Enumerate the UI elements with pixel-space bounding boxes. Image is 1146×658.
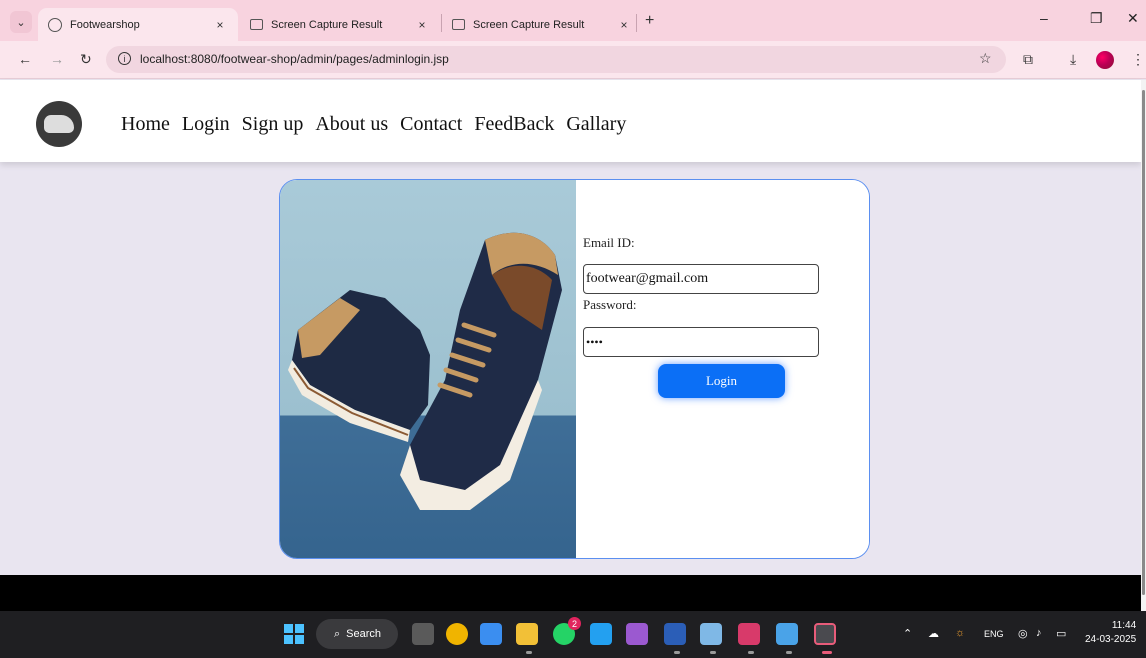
back-arrow-icon[interactable]: ← xyxy=(18,51,32,67)
paint-app-icon[interactable] xyxy=(814,623,836,645)
nav-gallary[interactable]: Gallary xyxy=(566,113,626,136)
windows-start-icon[interactable] xyxy=(284,624,304,644)
main-nav: Home Login Sign up About us Contact Feed… xyxy=(121,113,638,136)
tab-title: Screen Capture Result xyxy=(473,18,585,31)
sneaker-illustration xyxy=(288,232,562,510)
tab-screen-capture-1[interactable]: Screen Capture Result × xyxy=(240,8,440,41)
whatsapp-badge: 2 xyxy=(568,617,581,630)
running-indicator xyxy=(526,651,532,654)
window-close-icon[interactable]: ✕ xyxy=(1127,10,1139,27)
minimize-icon[interactable]: – xyxy=(1040,10,1048,26)
wifi-icon[interactable]: ◎ xyxy=(1018,627,1028,640)
globe-icon xyxy=(48,17,62,32)
camera-icon xyxy=(250,19,263,30)
volume-icon[interactable]: ♪ xyxy=(1036,627,1042,639)
bookmark-star-icon[interactable]: ☆ xyxy=(979,50,992,67)
scrollbar-thumb[interactable] xyxy=(1142,90,1145,595)
tab-separator xyxy=(636,14,637,32)
admin-login-card: Email ID: footwear@gmail.com Password: •… xyxy=(279,179,870,559)
running-indicator xyxy=(786,651,792,654)
site-logo[interactable] xyxy=(36,101,82,147)
nav-feedback[interactable]: FeedBack xyxy=(474,113,554,136)
weather-icon[interactable]: ☼ xyxy=(955,627,965,639)
shoe-logo-icon xyxy=(44,115,74,133)
tab-close-icon[interactable]: × xyxy=(414,18,430,32)
running-indicator xyxy=(674,651,680,654)
taskbar-search[interactable]: ⌕ Search xyxy=(316,619,398,649)
word-icon[interactable] xyxy=(664,623,686,645)
cube-app-icon[interactable] xyxy=(700,623,722,645)
onedrive-icon[interactable]: ☁ xyxy=(928,627,939,640)
extensions-icon[interactable]: ⧉ xyxy=(1023,51,1033,68)
login-form: Email ID: footwear@gmail.com Password: •… xyxy=(576,180,869,558)
chrome-icon[interactable] xyxy=(446,623,468,645)
task-view-icon[interactable] xyxy=(412,623,434,645)
address-bar[interactable]: i localhost:8080/footwear-shop/admin/pag… xyxy=(106,46,1006,73)
shoe-photo xyxy=(280,180,576,558)
clock-time: 11:44 xyxy=(1111,620,1137,631)
page-footer xyxy=(0,575,1141,611)
battery-icon[interactable]: ▭ xyxy=(1056,627,1066,640)
tray-chevron-icon[interactable]: ⌃ xyxy=(903,627,912,640)
forward-arrow-icon[interactable]: → xyxy=(50,51,64,67)
taskbar-search-label: Search xyxy=(346,628,382,640)
download-icon[interactable]: ⤓ xyxy=(1070,51,1076,68)
password-field[interactable]: •••• xyxy=(583,327,819,357)
restore-icon[interactable]: ❐ xyxy=(1090,10,1103,27)
site-info-icon[interactable]: i xyxy=(118,52,131,65)
search-icon: ⌕ xyxy=(334,627,341,640)
language-indicator[interactable]: ENG xyxy=(984,629,1004,639)
notepad-icon[interactable] xyxy=(776,623,798,645)
tab-search-chevron-icon[interactable]: ⌄ xyxy=(10,11,32,33)
copilot-icon[interactable] xyxy=(480,623,502,645)
tab-close-icon[interactable]: × xyxy=(616,18,632,32)
new-tab-button[interactable]: + xyxy=(645,12,654,30)
menu-kebab-icon[interactable]: ⋮ xyxy=(1131,51,1145,68)
email-field[interactable]: footwear@gmail.com xyxy=(583,264,819,294)
access-icon[interactable] xyxy=(738,623,760,645)
tab-close-icon[interactable]: × xyxy=(212,18,228,32)
url-text: localhost:8080/footwear-shop/admin/pages… xyxy=(140,52,449,66)
clock-date: 24-03-2025 xyxy=(1085,634,1137,645)
file-explorer-icon[interactable] xyxy=(516,623,538,645)
tab-title: Screen Capture Result xyxy=(271,18,383,31)
site-header: Home Login Sign up About us Contact Feed… xyxy=(0,80,1141,162)
browser-tab-strip: ⌄ Footwearshop × Screen Capture Result ×… xyxy=(0,0,1146,41)
nav-sign-up[interactable]: Sign up xyxy=(242,113,304,136)
nav-contact[interactable]: Contact xyxy=(400,113,462,136)
running-indicator xyxy=(710,651,716,654)
login-button[interactable]: Login xyxy=(658,364,785,398)
tab-title: Footwearshop xyxy=(70,18,140,31)
tab-footwearshop[interactable]: Footwearshop × xyxy=(38,8,238,41)
visual-studio-icon[interactable] xyxy=(626,623,648,645)
email-label: Email ID: xyxy=(583,235,635,250)
tab-screen-capture-2[interactable]: Screen Capture Result × xyxy=(442,8,642,41)
reload-icon[interactable]: ↻ xyxy=(80,51,92,68)
vscode-icon[interactable] xyxy=(590,623,612,645)
running-indicator xyxy=(748,651,754,654)
browser-toolbar: ← → ↻ i localhost:8080/footwear-shop/adm… xyxy=(0,41,1146,79)
system-clock[interactable]: 11:44 24-03-2025 xyxy=(1085,619,1136,647)
active-app-indicator xyxy=(822,651,832,654)
camera-icon xyxy=(452,19,465,30)
profile-avatar[interactable] xyxy=(1096,51,1114,69)
nav-about-us[interactable]: About us xyxy=(315,113,388,136)
nav-login[interactable]: Login xyxy=(182,113,230,136)
windows-taskbar: ⌕ Search 2 ⌃ ☁ ☼ ENG ◎ ♪ ▭ 11:44 24-03-2… xyxy=(0,611,1146,658)
password-label: Password: xyxy=(583,297,637,312)
sneaker-back-image xyxy=(288,290,430,442)
nav-home[interactable]: Home xyxy=(121,113,170,136)
